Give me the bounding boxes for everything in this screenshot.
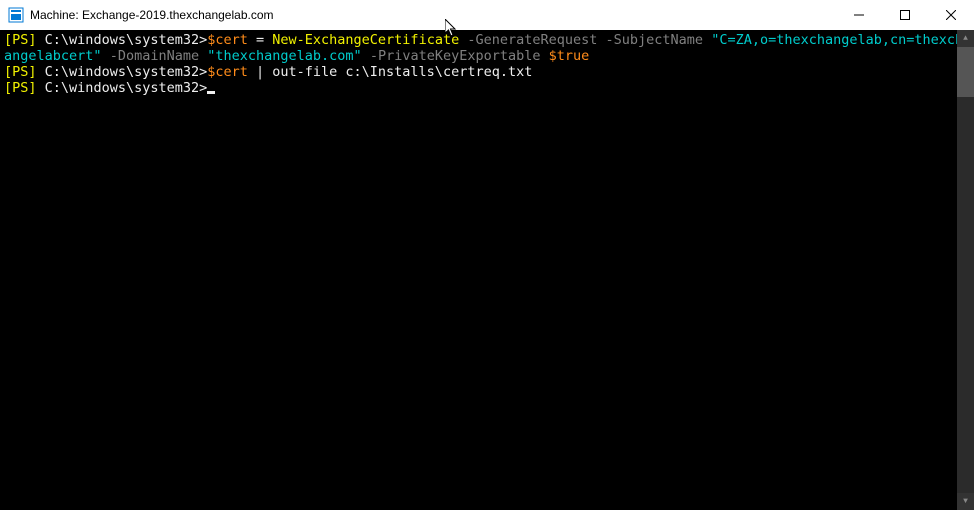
terminal-output[interactable]: [PS] C:\windows\system32>$cert = New-Exc… (0, 30, 974, 510)
window-controls (836, 0, 974, 30)
close-button[interactable] (928, 0, 974, 30)
vertical-scrollbar[interactable]: ▲ ▼ (957, 30, 974, 510)
scroll-up-button[interactable]: ▲ (957, 30, 974, 47)
terminal-line: [PS] C:\windows\system32>$cert | out-fil… (4, 64, 970, 80)
window-title: Machine: Exchange-2019.thexchangelab.com (30, 8, 836, 22)
maximize-button[interactable] (882, 0, 928, 30)
terminal-line: [PS] C:\windows\system32> (4, 80, 970, 96)
app-icon (8, 7, 24, 23)
titlebar[interactable]: Machine: Exchange-2019.thexchangelab.com (0, 0, 974, 30)
scroll-down-button[interactable]: ▼ (957, 493, 974, 510)
minimize-button[interactable] (836, 0, 882, 30)
text-cursor (207, 91, 215, 94)
scrollbar-thumb[interactable] (957, 47, 974, 97)
terminal-line: [PS] C:\windows\system32>$cert = New-Exc… (4, 32, 970, 64)
